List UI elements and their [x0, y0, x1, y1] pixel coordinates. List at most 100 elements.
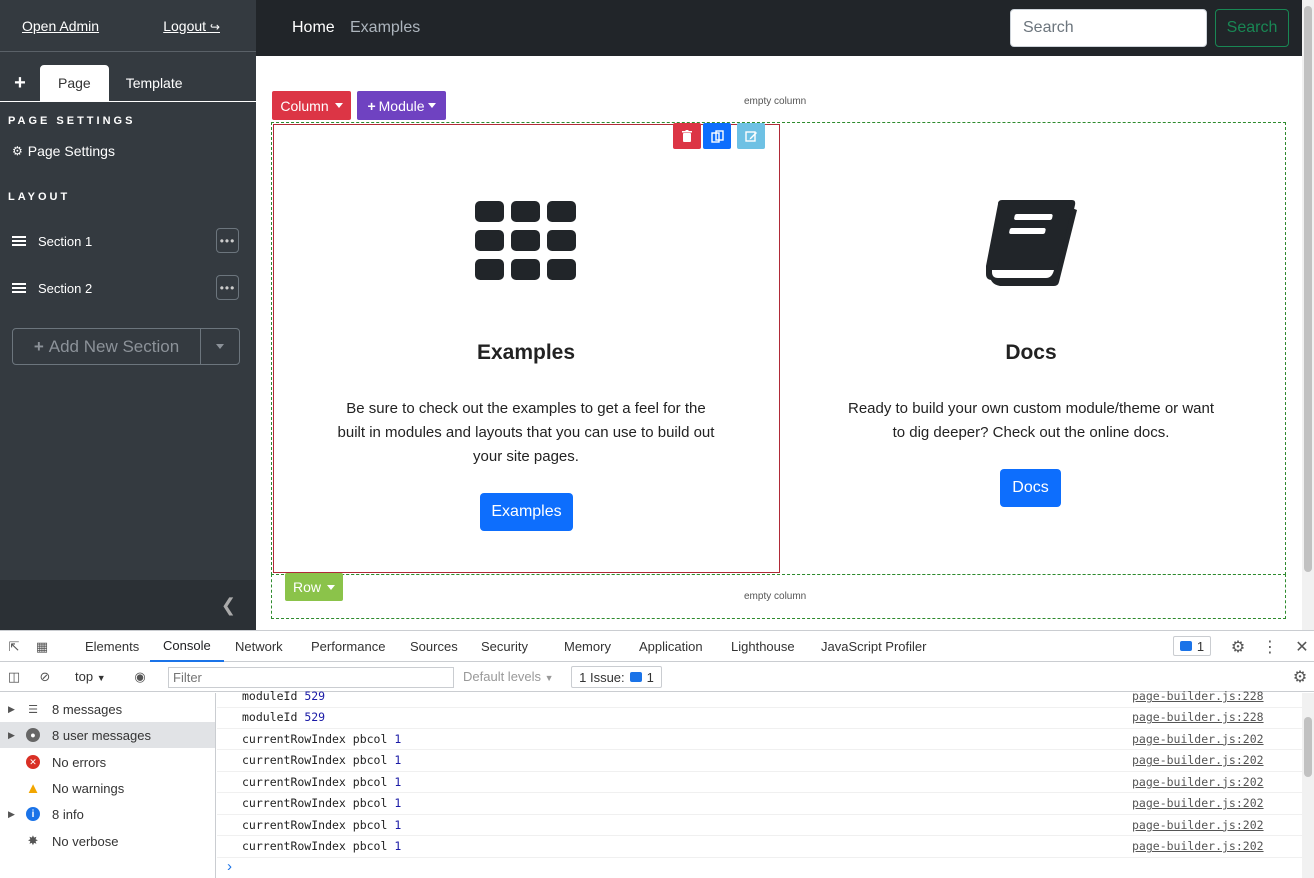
tab-lighthouse[interactable]: Lighthouse	[731, 631, 795, 662]
sidebar-item-label: 8 messages	[52, 701, 123, 717]
log-source-link[interactable]: page-builder.js:202	[1132, 796, 1264, 810]
tab-console[interactable]: Console	[150, 631, 224, 662]
card-text-line: to dig deeper? Check out the online docs…	[892, 424, 1170, 441]
log-source-link[interactable]: page-builder.js:202	[1132, 775, 1264, 789]
console-settings-gear-icon[interactable]: ⚙	[1292, 669, 1308, 686]
copy-icon[interactable]	[703, 123, 731, 149]
layout-heading: LAYOUT	[8, 191, 71, 203]
nav-link-home[interactable]: Home	[292, 19, 335, 37]
caret-down-icon	[334, 103, 343, 108]
sidebar-item-label: No verbose	[52, 833, 119, 849]
page-settings-link[interactable]: ⚙ Page Settings	[0, 143, 256, 159]
issues-badge-button[interactable]: 1	[1173, 636, 1211, 656]
page-scrollbar[interactable]	[1302, 0, 1314, 630]
tab-performance[interactable]: Performance	[311, 631, 385, 662]
sidebar-item-info[interactable]: ▶ i 8 info	[0, 801, 215, 827]
search-button[interactable]: Search	[1215, 9, 1289, 47]
tab-page[interactable]: Page	[40, 65, 109, 101]
plus-icon: +	[367, 97, 376, 114]
log-text: currentRowIndex pbcol	[242, 839, 388, 854]
add-plus-tab[interactable]: +	[0, 65, 40, 101]
tab-sources[interactable]: Sources	[410, 631, 458, 662]
log-row: currentRowIndex pbcol 1 page-builder.js:2…	[217, 772, 1302, 793]
sidebar-item-section-1[interactable]: Section 1 •••	[0, 226, 256, 256]
log-source-link[interactable]: page-builder.js:202	[1132, 839, 1264, 853]
more-vertical-icon[interactable]: ⋮	[1262, 639, 1278, 656]
sidebar-toggle-icon[interactable]: ◫	[6, 669, 22, 685]
module-button-label: Module	[378, 97, 425, 114]
clear-console-icon[interactable]: ⊘	[37, 669, 53, 685]
log-source-link[interactable]: page-builder.js:228	[1132, 689, 1264, 703]
issue-counter-label: 1 Issue:	[579, 669, 625, 685]
sidebar-item-warnings[interactable]: ▲ No warnings	[0, 775, 215, 801]
context-label: top	[75, 669, 94, 684]
nav-link-examples[interactable]: Examples	[350, 19, 420, 37]
book-icon	[984, 200, 1078, 288]
tab-memory[interactable]: Memory	[564, 631, 611, 662]
scrollbar-thumb[interactable]	[1304, 6, 1312, 572]
context-selector[interactable]: top ▼	[75, 669, 106, 684]
open-admin-link[interactable]: Open Admin	[22, 18, 99, 34]
log-value: 1	[394, 796, 402, 811]
eye-icon[interactable]: ◉	[132, 669, 148, 685]
tab-application[interactable]: Application	[639, 631, 703, 662]
logout-icon: ↪	[209, 19, 220, 34]
tab-template[interactable]: Template	[109, 65, 200, 101]
device-toolbar-icon[interactable]: ▦	[34, 639, 50, 655]
console-filter-input[interactable]	[168, 667, 454, 688]
sidebar-item-errors[interactable]: ✕ No errors	[0, 749, 215, 775]
console-prompt[interactable]: ›	[227, 858, 232, 875]
edit-icon[interactable]	[737, 123, 765, 149]
card-text-docs: Ready to build your own custom module/th…	[821, 397, 1241, 445]
row-button-label: Row	[292, 579, 321, 595]
add-section-dropdown-toggle[interactable]	[201, 329, 239, 364]
sidebar-item-section-2[interactable]: Section 2 •••	[0, 273, 256, 303]
log-levels-label: Default levels	[463, 669, 542, 684]
tab-security[interactable]: Security	[481, 631, 528, 662]
caret-down-icon	[327, 584, 335, 590]
chevron-left-icon[interactable]: ❮	[221, 595, 236, 616]
tab-network[interactable]: Network	[235, 631, 283, 662]
log-value: 529	[304, 710, 326, 725]
bars-icon	[12, 236, 26, 246]
module-dropdown-button[interactable]: + Module	[357, 91, 446, 120]
log-text: moduleId	[242, 689, 298, 704]
tab-javascript-profiler[interactable]: JavaScript Profiler	[821, 631, 926, 662]
inspect-element-icon[interactable]: ⇱	[6, 639, 22, 655]
section-menu-button[interactable]: •••	[216, 228, 239, 253]
trash-icon[interactable]	[673, 123, 701, 149]
expand-arrow-icon: ▶	[8, 808, 15, 819]
logout-link[interactable]: Logout ↪	[163, 18, 220, 34]
examples-button[interactable]: Examples	[480, 493, 573, 531]
caret-down-icon: ▼	[96, 673, 106, 683]
log-row: currentRowIndex pbcol 1 page-builder.js:2…	[217, 729, 1302, 750]
log-source-link[interactable]: page-builder.js:202	[1132, 818, 1264, 832]
log-row: moduleId 529 page-builder.js:228	[217, 707, 1302, 729]
sidebar-item-user-messages[interactable]: ▶ ● 8 user messages	[0, 722, 215, 748]
console-scrollbar[interactable]	[1302, 693, 1314, 878]
docs-button[interactable]: Docs	[1000, 469, 1061, 507]
issues-badge-count: 1	[1196, 638, 1205, 654]
search-input[interactable]	[1010, 9, 1207, 47]
top-navbar: Home Examples Search	[256, 0, 1302, 56]
log-source-link[interactable]: page-builder.js:228	[1132, 710, 1264, 724]
log-source-link[interactable]: page-builder.js:202	[1132, 732, 1264, 746]
console-sidebar: ▶ ☰ 8 messages ▶ ● 8 user messages ✕ No …	[0, 693, 216, 878]
gear-icon: ⚙	[12, 144, 23, 158]
scrollbar-thumb[interactable]	[1304, 717, 1312, 777]
log-source-link[interactable]: page-builder.js:202	[1132, 753, 1264, 767]
row-dropdown-button[interactable]: Row	[285, 573, 343, 601]
issue-counter-button[interactable]: 1 Issue: 1	[571, 666, 662, 688]
section-menu-button[interactable]: •••	[216, 275, 239, 300]
add-new-section-button[interactable]: + Add New Section	[13, 329, 201, 364]
tab-elements[interactable]: Elements	[85, 631, 139, 662]
sidebar-top-links: Open Admin Logout ↪	[0, 0, 256, 52]
close-icon[interactable]: ✕	[1294, 639, 1310, 656]
log-levels-dropdown[interactable]: Default levels ▼	[463, 669, 554, 684]
sidebar-item-messages[interactable]: ▶ ☰ 8 messages	[0, 696, 215, 722]
card-text-examples: Be sure to check out the examples to get…	[316, 397, 736, 469]
column-dropdown-button[interactable]: Column	[272, 91, 351, 120]
sidebar-item-verbose[interactable]: ✸ No verbose	[0, 828, 215, 854]
card-title-examples: Examples	[476, 341, 576, 364]
settings-gear-icon[interactable]: ⚙	[1230, 639, 1246, 656]
